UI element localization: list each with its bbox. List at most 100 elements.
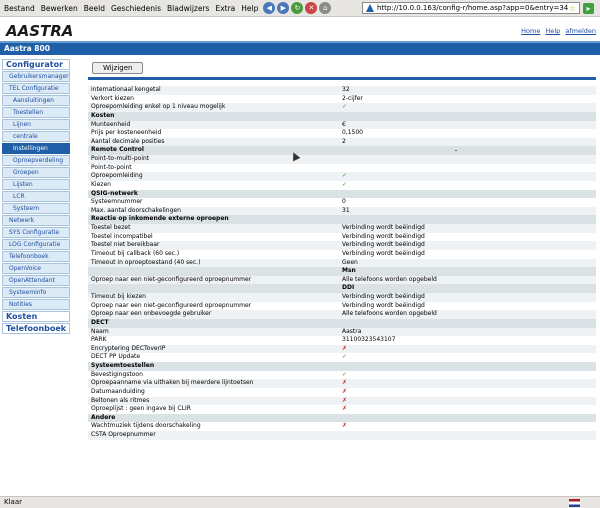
sidebar-item-instellingen[interactable]: Instellingen xyxy=(2,142,70,155)
row-value: Msn xyxy=(342,267,356,275)
row-value: 31 xyxy=(342,206,350,214)
reload-icon[interactable]: ↻ xyxy=(291,2,304,14)
row-label: Max. aantal doorschakelingen xyxy=(91,206,181,214)
menu-help[interactable]: Help xyxy=(238,4,261,13)
section-header: Kosten xyxy=(88,111,596,121)
row-label: Kiezen xyxy=(91,180,111,188)
row-label: internationaal kengetal xyxy=(91,86,161,93)
table-row: Prijs per kosteneenheid 0,1500 xyxy=(88,129,596,138)
go-icon[interactable]: ▸ xyxy=(583,3,594,14)
row-label: Encryptering DECToverIP xyxy=(91,344,166,352)
url-bar[interactable]: http://10.0.0.163/config-r/home.asp?app=… xyxy=(362,2,580,14)
table-row: Oproep naar een niet-geconfigureerd opro… xyxy=(88,301,596,311)
cross-icon: ✗ xyxy=(342,422,348,430)
row-label: CSTA Oproepnummer xyxy=(91,431,156,438)
sidebar-item-lcr[interactable]: LCR xyxy=(2,190,70,203)
table-row: Datumaanduiding ✗ xyxy=(88,387,596,397)
bookmark-star-icon[interactable]: ☆ xyxy=(569,4,576,13)
cross-icon: ✗ xyxy=(342,387,348,395)
row-label: DECT xyxy=(91,318,109,326)
row-label: Oproepomleiding enkel op 1 niveau mogeli… xyxy=(91,103,226,111)
sidebar-item-toestellen[interactable]: Toestellen xyxy=(2,106,70,119)
row-label: QSIG-netwerk xyxy=(91,189,138,197)
table-row: Oproep naar een onbevoegde gebruiker Alle… xyxy=(88,310,596,319)
table-row: Encryptering DECToverIP ✗ xyxy=(88,344,596,354)
row-value xyxy=(340,112,596,121)
sidebar-item-systeeminfo[interactable]: Systeeminfo xyxy=(2,286,70,298)
menu-bladwijzers[interactable]: Bladwijzers xyxy=(164,4,212,13)
menu-geschiedenis[interactable]: Geschiedenis xyxy=(108,4,164,13)
row-value xyxy=(340,190,596,199)
section-header: Msn xyxy=(88,267,596,276)
row-value: Aastra xyxy=(342,327,362,335)
sidebar-item-telefoonboek[interactable]: Telefoonboek xyxy=(2,322,70,334)
cross-icon: ✗ xyxy=(342,405,348,413)
table-row: Timeout bij callback (60 sec.) Verbinding… xyxy=(88,249,596,259)
sidebar-item-sys-configuratie[interactable]: SYS Configuratie xyxy=(2,226,70,238)
sidebar-item-kosten[interactable]: Kosten xyxy=(2,310,70,322)
table-row: Oproepaanname via uithaken bij meerdere … xyxy=(88,379,596,388)
table-row: Oproepomleiding ✓ xyxy=(88,172,596,181)
row-label: Beltonen als ritmes xyxy=(91,396,150,404)
row-label: Timeout in oproeptoestand (40 sec.) xyxy=(91,258,201,266)
wijzigen-button[interactable]: Wijzigen xyxy=(92,62,144,74)
section-header: Reactie op inkomende externe oproepen xyxy=(88,215,596,224)
table-row: internationaal kengetal 32 xyxy=(88,86,596,95)
table-row: Munteenheid € xyxy=(88,120,596,130)
sidebar-item-gebruikersmanager[interactable]: Gebruikersmanager xyxy=(2,70,70,83)
logout-link[interactable]: afmelden xyxy=(565,27,596,35)
check-icon: ✓ xyxy=(342,353,348,361)
sidebar-item-tel-configuratie[interactable]: TEL Configuratie xyxy=(2,82,70,95)
sidebar-item-systeem[interactable]: Systeem xyxy=(2,202,70,214)
url-text[interactable]: http://10.0.0.163/config-r/home.asp?app=… xyxy=(377,4,568,12)
main-divider xyxy=(88,77,596,80)
back-icon[interactable]: ◀ xyxy=(263,2,276,14)
home-icon[interactable]: ⌂ xyxy=(319,2,332,14)
table-row: Systeemnummer 0 xyxy=(88,198,596,207)
row-value: DDI xyxy=(342,284,355,292)
sidebar-item-netwerk[interactable]: Netwerk xyxy=(2,214,70,226)
sidebar-item-centrale[interactable]: centrale xyxy=(2,130,70,143)
sidebar-item-openvoice[interactable]: OpenVoice xyxy=(2,262,70,274)
table-row: Max. aantal doorschakelingen 31 xyxy=(88,206,596,216)
sidebar-item-telefoonboek[interactable]: Telefoonboek xyxy=(2,250,70,262)
row-value xyxy=(340,319,596,328)
sidebar-item-openattendant[interactable]: OpenAttendant xyxy=(2,274,70,286)
row-value xyxy=(340,146,596,155)
browser-statusbar: Klaar xyxy=(0,496,600,508)
table-row: DECT PP Update ✓ xyxy=(88,353,596,362)
forward-icon[interactable]: ▶ xyxy=(277,2,290,14)
menu-extra[interactable]: Extra xyxy=(212,4,238,13)
settings-table: internationaal kengetal 32 Verkort kiezen 2… xyxy=(88,86,596,440)
table-row: Toestel bezet Verbinding wordt beëindigd xyxy=(88,224,596,233)
sidebar-item-groepen[interactable]: Groepen xyxy=(2,166,70,179)
sidebar-item-lijnen[interactable]: Lijnen xyxy=(2,118,70,131)
row-label: Andere xyxy=(91,413,116,421)
language-flag-icon xyxy=(569,499,580,507)
sidebar-item-aansluitingen[interactable]: Aansluitingen xyxy=(2,94,70,107)
menu-bestand[interactable]: Bestand xyxy=(0,4,38,13)
row-label xyxy=(88,284,340,293)
sidebar-item-notities[interactable]: Notities xyxy=(2,298,70,310)
sidebar-item-log-configuratie[interactable]: LOG Configuratie xyxy=(2,238,70,250)
row-label: Oproep naar een onbevoegde gebruiker xyxy=(91,310,212,318)
table-row: Oproepomleiding enkel op 1 niveau mogeli… xyxy=(88,103,596,112)
stop-icon[interactable]: ✕ xyxy=(305,2,318,14)
menu-beeld[interactable]: Beeld xyxy=(81,4,108,13)
row-label: PARK xyxy=(91,336,107,344)
sidebar-item-lijsten[interactable]: Lijsten xyxy=(2,178,70,191)
sidebar-item-oproepverdeling[interactable]: Oproepverdeling xyxy=(2,154,70,167)
row-value xyxy=(340,164,596,173)
table-row: Wachtmuziek tijdens doorschakeling ✗ xyxy=(88,422,596,431)
table-row: Beltonen als ritmes ✗ xyxy=(88,396,596,406)
check-icon: ✓ xyxy=(342,172,348,180)
row-label: Timeout bij kiezen xyxy=(91,293,146,300)
row-label: Oproepaanname via uithaken bij meerdere … xyxy=(91,379,254,387)
sidebar-item-configurator[interactable]: Configurator xyxy=(2,59,70,71)
row-label: Oproep naar een niet-geconfigureerd opro… xyxy=(91,275,252,283)
menu-bewerken[interactable]: Bewerken xyxy=(38,4,81,13)
table-row: Toestel incompatibel Verbinding wordt beë… xyxy=(88,232,596,242)
help-link[interactable]: Help xyxy=(545,27,560,35)
row-value: 32 xyxy=(342,86,350,93)
home-link[interactable]: Home xyxy=(521,27,540,35)
